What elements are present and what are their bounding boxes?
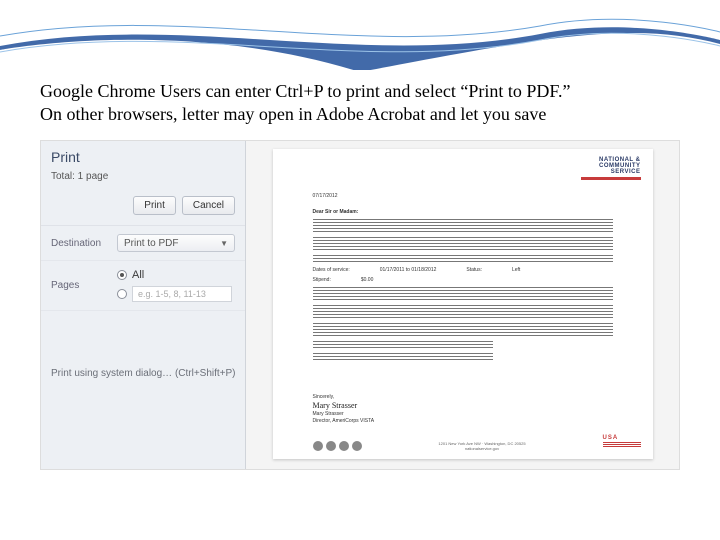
print-sidebar: Print Total: 1 page Print Cancel Destina… bbox=[41, 141, 246, 469]
signature-script: Mary Strasser bbox=[313, 401, 375, 410]
instruction-text: Google Chrome Users can enter Ctrl+P to … bbox=[40, 80, 680, 125]
paragraph bbox=[313, 341, 493, 349]
pages-label: Pages bbox=[51, 280, 109, 291]
decorative-waves bbox=[0, 0, 720, 70]
paragraph bbox=[313, 305, 613, 319]
agency-logo: NATIONAL & COMMUNITY SERVICE bbox=[571, 157, 641, 181]
logo-text: NATIONAL & COMMUNITY SERVICE bbox=[599, 157, 641, 175]
pages-all-label: All bbox=[132, 269, 144, 281]
pages-all-option[interactable]: All bbox=[117, 269, 235, 281]
badge-icon bbox=[352, 441, 362, 451]
logo-bar bbox=[581, 177, 641, 180]
signature-title: Director, AmeriCorps VISTA bbox=[313, 418, 375, 424]
pages-range-option[interactable]: e.g. 1-5, 8, 11-13 bbox=[117, 286, 235, 302]
badge-icon bbox=[339, 441, 349, 451]
paragraph bbox=[313, 353, 493, 361]
stipend-value: $0.00 bbox=[361, 277, 374, 283]
service-dates-row: Dates of service: 01/17/2011 to 01/18/20… bbox=[313, 267, 613, 273]
print-preview: NATIONAL & COMMUNITY SERVICE 07/17/2012 … bbox=[246, 141, 679, 469]
destination-label: Destination bbox=[51, 238, 109, 249]
radio-icon bbox=[117, 270, 127, 280]
pages-row: Pages All e.g. 1-5, 8, 11-13 bbox=[41, 261, 245, 311]
badge-icon bbox=[313, 441, 323, 451]
paragraph bbox=[313, 255, 613, 263]
paragraph bbox=[313, 287, 613, 301]
usa-freedom-corps-logo: USA bbox=[603, 435, 641, 451]
stipend-row: Stipend: $0.00 bbox=[313, 277, 613, 283]
paragraph bbox=[313, 237, 613, 251]
destination-value: Print to PDF bbox=[124, 238, 178, 249]
screenshot-container: Print Total: 1 page Print Cancel Destina… bbox=[40, 140, 680, 470]
stipend-label: Stipend: bbox=[313, 277, 331, 283]
print-button[interactable]: Print bbox=[133, 196, 176, 215]
signature-name: Mary Strasser bbox=[313, 411, 375, 417]
flag-bars bbox=[603, 442, 641, 448]
pages-range-input[interactable]: e.g. 1-5, 8, 11-13 bbox=[132, 286, 232, 302]
print-button-row: Print Cancel bbox=[41, 190, 245, 226]
closing: Sincerely, bbox=[313, 394, 375, 400]
status-value: Left bbox=[512, 267, 520, 273]
radio-icon bbox=[117, 289, 127, 299]
program-badges bbox=[313, 441, 362, 451]
paragraph bbox=[313, 323, 613, 337]
cancel-button[interactable]: Cancel bbox=[182, 196, 235, 215]
letter-page: NATIONAL & COMMUNITY SERVICE 07/17/2012 … bbox=[273, 149, 653, 459]
instruction-line1: Google Chrome Users can enter Ctrl+P to … bbox=[40, 81, 570, 101]
print-title: Print bbox=[41, 141, 245, 171]
pages-options: All e.g. 1-5, 8, 11-13 bbox=[117, 269, 235, 302]
dates-label: Dates of service: bbox=[313, 267, 350, 273]
status-label: Status: bbox=[466, 267, 482, 273]
footer-address: 1201 New York Ave NW · Washington, DC 20… bbox=[362, 441, 603, 451]
paragraph bbox=[313, 219, 613, 233]
dates-value: 01/17/2011 to 01/18/2012 bbox=[380, 267, 437, 273]
signature-block: Sincerely, Mary Strasser Mary Strasser D… bbox=[313, 394, 375, 425]
badge-icon bbox=[326, 441, 336, 451]
letter-body: Dear Sir or Madam: Dates of service: 01/… bbox=[313, 209, 613, 365]
print-total-pages: Total: 1 page bbox=[41, 171, 245, 190]
chevron-down-icon: ▼ bbox=[220, 239, 228, 248]
instruction-line2: On other browsers, letter may open in Ad… bbox=[40, 104, 546, 124]
destination-dropdown[interactable]: Print to PDF ▼ bbox=[117, 234, 235, 252]
destination-row: Destination Print to PDF ▼ bbox=[41, 226, 245, 261]
letter-footer: 1201 New York Ave NW · Washington, DC 20… bbox=[313, 435, 641, 451]
usa-text: USA bbox=[603, 435, 641, 441]
system-dialog-link[interactable]: Print using system dialog… (Ctrl+Shift+P… bbox=[51, 368, 236, 379]
letter-date: 07/17/2012 bbox=[313, 193, 338, 199]
salutation: Dear Sir or Madam: bbox=[313, 209, 613, 215]
